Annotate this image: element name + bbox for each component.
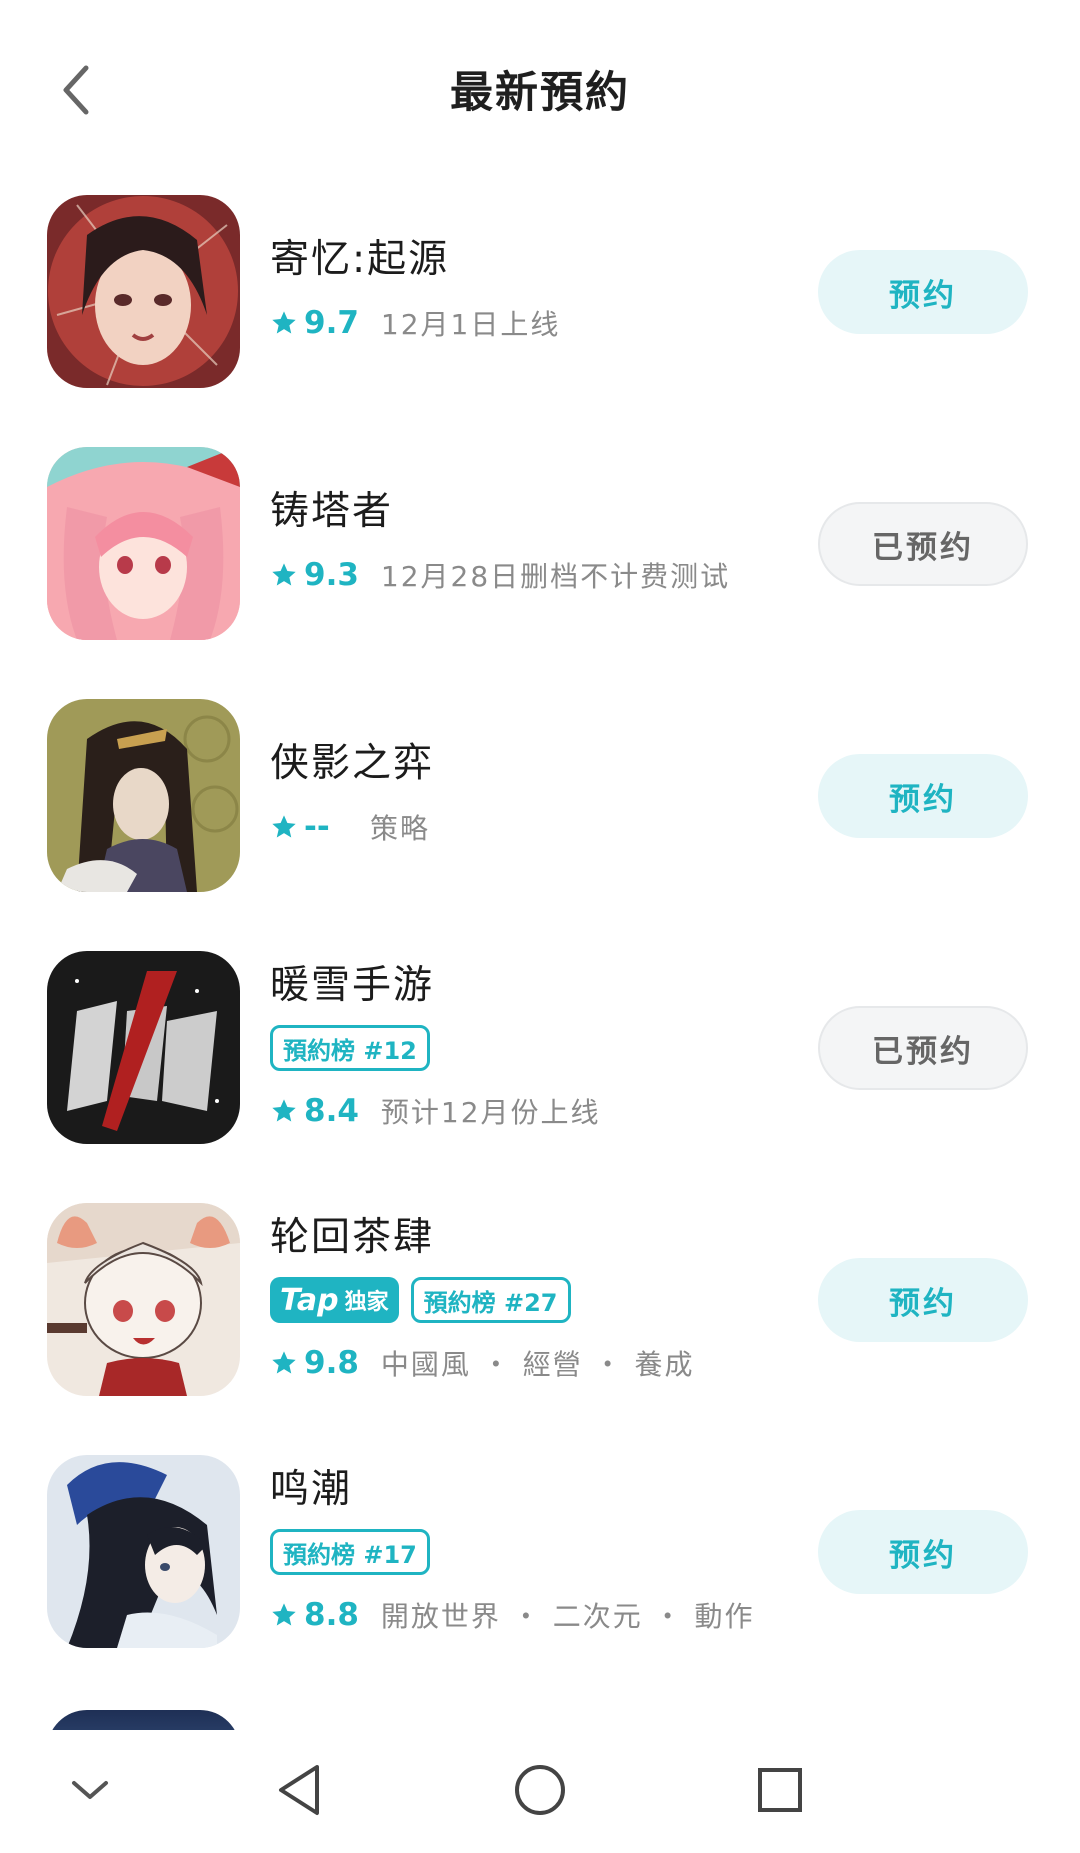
app-name: 侠影之弈 [270,741,435,786]
list-item[interactable]: 暖雪手游 預約榜 #12 8.4 预计12月份上线 已预约 [0,951,1080,1203]
app-tags: Tap 独家 預約榜 #27 [270,1277,790,1325]
page-title: 最新預約 [450,68,630,118]
app-release-info: 12月1日上线 [380,308,561,341]
app-info: 铸塔者 9.3 12月28日删档不计费测试 [270,447,790,599]
ranking-badge: 預約榜 #17 [270,1529,430,1575]
star-icon [270,309,298,337]
app-icon[interactable] [47,951,240,1144]
app-rating: 8.8 [304,1597,359,1633]
app-meta-row: 9.8 中國風 ・ 經營 ・ 養成 [270,1339,790,1387]
app-meta-row: 8.8 開放世界 ・ 二次元 ・ 動作 [270,1591,790,1639]
reserved-button[interactable]: 已预约 [818,1006,1028,1090]
app-icon[interactable] [47,195,240,388]
list-item[interactable]: 侠影之弈 -- 策略 预约 [0,699,1080,951]
app-name: 鸣潮 [270,1467,353,1512]
back-triangle-icon [279,1765,319,1815]
app-name: 暖雪手游 [270,963,435,1008]
header: 最新預約 [0,0,1080,175]
app-rating: 9.7 [304,305,359,341]
app-rating: 9.8 [304,1345,359,1381]
list-item[interactable]: 铸塔者 9.3 12月28日删档不计费测试 已预约 [0,447,1080,699]
recents-square-icon [758,1768,802,1812]
page: 最新預約 寄忆:起源 9.7 12月1日上线 预约 铸塔者 9.3 12月28日… [0,0,1080,1853]
list-item[interactable]: 鸣潮 預約榜 #17 8.8 開放世界 ・ 二次元 ・ 動作 预约 [0,1455,1080,1707]
app-name: 寄忆:起源 [270,237,450,282]
tap-exclusive-label: 独家 [344,1290,389,1315]
app-meta-row: -- 策略 [270,803,790,851]
app-genre: 策略 [370,812,431,845]
app-info: 寄忆:起源 9.7 12月1日上线 [270,195,790,347]
app-tags: 預約榜 #12 [270,1025,790,1073]
app-info: 轮回茶肆 Tap 独家 預約榜 #27 9.8 中國風 ・ 經營 ・ 養成 [270,1203,790,1387]
app-name: 铸塔者 [270,489,394,534]
ranking-badge: 預約榜 #27 [410,1277,571,1323]
nav-home-button[interactable] [500,1750,580,1830]
star-icon [270,1349,298,1377]
app-icon[interactable] [47,1455,240,1648]
tap-exclusive-badge: Tap 独家 [270,1277,399,1323]
star-icon [270,1601,298,1629]
app-genres: 中國風 ・ 經營 ・ 養成 [380,1348,695,1381]
reserve-button[interactable]: 预约 [818,1510,1028,1594]
list-item[interactable]: 寄忆:起源 9.7 12月1日上线 预约 [0,195,1080,447]
system-navigation-bar [0,1730,1080,1853]
ranking-badge: 預約榜 #12 [270,1025,430,1071]
app-icon[interactable] [47,699,240,892]
app-meta-row: 8.4 预计12月份上线 [270,1087,790,1135]
app-genres: 開放世界 ・ 二次元 ・ 動作 [380,1600,755,1633]
nav-back-button[interactable] [260,1750,340,1830]
app-icon[interactable] [47,1203,240,1396]
app-rating: -- [304,809,330,845]
app-release-info: 12月28日删档不计费测试 [380,560,731,593]
reserve-button[interactable]: 预约 [818,754,1028,838]
reserve-button[interactable]: 预约 [818,250,1028,334]
app-info: 鸣潮 預約榜 #17 8.8 開放世界 ・ 二次元 ・ 動作 [270,1455,790,1639]
reserved-button[interactable]: 已预约 [818,502,1028,586]
app-name: 轮回茶肆 [270,1215,435,1260]
app-tags: 預約榜 #17 [270,1529,790,1577]
star-icon [270,1097,298,1125]
app-meta-row: 9.3 12月28日删档不计费测试 [270,551,790,599]
app-info: 暖雪手游 預約榜 #12 8.4 预计12月份上线 [270,951,790,1135]
app-rating: 9.3 [304,557,359,593]
reserve-button[interactable]: 预约 [818,1258,1028,1342]
app-meta-row: 9.7 12月1日上线 [270,299,790,347]
collapse-button[interactable] [50,1750,130,1830]
star-icon [270,813,298,841]
app-icon[interactable] [47,447,240,640]
nav-recents-button[interactable] [740,1750,820,1830]
tap-brand-label: Tap [280,1282,339,1318]
app-release-info: 预计12月份上线 [380,1096,601,1129]
collapse-icon [72,1781,108,1799]
app-rating: 8.4 [304,1093,359,1129]
list-item[interactable]: 轮回茶肆 Tap 独家 預約榜 #27 9.8 中國風 ・ 經營 ・ 養成 预约 [0,1203,1080,1455]
app-info: 侠影之弈 -- 策略 [270,699,790,851]
home-circle-icon [515,1765,565,1815]
star-icon [270,561,298,589]
